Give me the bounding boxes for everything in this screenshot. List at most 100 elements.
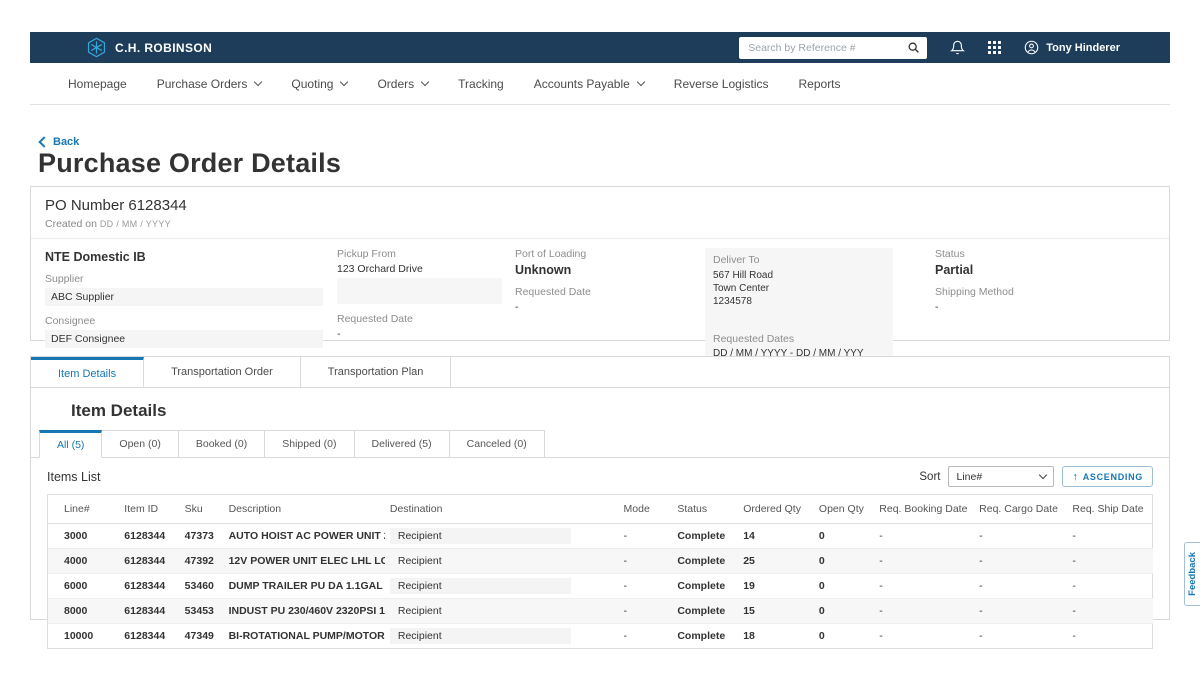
table-cell: - — [974, 624, 1067, 649]
table-cell: Complete — [672, 549, 738, 574]
brand-name: C.H. ROBINSON — [115, 41, 212, 55]
po-number: PO Number 6128344 — [45, 197, 1155, 214]
nav-item[interactable]: Purchase Orders — [157, 77, 262, 91]
po-summary-card: PO Number 6128344 Created on DD / MM / Y… — [30, 186, 1170, 341]
table-cell: - — [1067, 524, 1152, 549]
table-cell: - — [874, 624, 974, 649]
destination-value: Recipient — [390, 578, 571, 594]
detail-tab[interactable]: Transportation Plan — [301, 357, 452, 387]
supplier-label: Supplier — [45, 273, 337, 285]
destination-value: Recipient — [390, 603, 571, 619]
table-row[interactable]: 10000612834447349BI-ROTATIONAL PUMP/MOTO… — [48, 624, 1152, 649]
items-table-header-row: Line#Item IDSkuDescriptionDestinationMod… — [48, 495, 1152, 524]
table-cell: 47373 — [180, 524, 224, 549]
table-cell: Recipient — [385, 574, 619, 599]
status-filter-tab[interactable]: Shipped (0) — [265, 430, 354, 457]
table-cell: - — [874, 524, 974, 549]
nav-item-label: Quoting — [291, 77, 333, 91]
address-line: 567 Hill Road — [713, 269, 885, 282]
feedback-button[interactable]: Feedback — [1184, 542, 1200, 606]
detail-tab[interactable]: Transportation Order — [144, 357, 301, 387]
port-requested-date-label: Requested Date — [515, 286, 705, 298]
consignee-label: Consignee — [45, 315, 337, 327]
table-cell: - — [874, 549, 974, 574]
port-of-loading-label: Port of Loading — [515, 248, 705, 260]
search-input[interactable] — [746, 41, 907, 55]
port-requested-date-value: - — [515, 301, 705, 313]
port-of-loading-value: Unknown — [515, 263, 705, 277]
deliver-column: Deliver To 567 Hill RoadTown Center12345… — [705, 248, 910, 365]
table-cell: 10000 — [48, 624, 119, 649]
notifications-bell-icon[interactable] — [950, 40, 965, 55]
arrow-up-icon: ↑ — [1072, 471, 1078, 483]
table-cell: 0 — [814, 524, 874, 549]
column-header: Req. Ship Date — [1067, 495, 1152, 524]
destination-value: Recipient — [390, 553, 571, 569]
nav-item[interactable]: Orders — [377, 77, 428, 91]
table-cell: 25 — [738, 549, 814, 574]
pickup-requested-date-label: Requested Date — [337, 313, 515, 325]
topbar-actions: Tony Hinderer — [739, 37, 1120, 59]
chevron-down-icon — [254, 78, 262, 86]
table-cell: Complete — [672, 599, 738, 624]
nav-item[interactable]: Reports — [799, 77, 841, 91]
table-cell: AUTO HOIST AC POWER UNIT 230V — [224, 524, 385, 549]
table-cell: - — [1067, 624, 1152, 649]
back-label: Back — [53, 136, 79, 148]
status-filter-tab[interactable]: Open (0) — [102, 430, 178, 457]
nav-item[interactable]: Accounts Payable — [534, 77, 644, 91]
nav-item-label: Reverse Logistics — [674, 77, 769, 91]
back-link[interactable]: Back — [40, 136, 79, 148]
items-list-title: Items List — [47, 470, 101, 484]
po-created: Created on DD / MM / YYYY — [45, 218, 1155, 230]
table-cell: 47392 — [180, 549, 224, 574]
table-cell: 19 — [738, 574, 814, 599]
table-cell: Complete — [672, 524, 738, 549]
nav-item[interactable]: Tracking — [458, 77, 504, 91]
nav-item[interactable]: Homepage — [68, 77, 127, 91]
status-value: Partial — [935, 263, 1155, 277]
table-row[interactable]: 6000612834453460DUMP TRAILER PU DA 1.1GA… — [48, 574, 1152, 599]
sort-select[interactable]: Line# — [948, 466, 1054, 487]
user-menu[interactable]: Tony Hinderer — [1024, 40, 1120, 55]
table-cell: 18 — [738, 624, 814, 649]
table-cell: - — [974, 549, 1067, 574]
table-cell: 6128344 — [119, 524, 179, 549]
table-cell: BI-ROTATIONAL PUMP/MOTOR — [224, 624, 385, 649]
column-header: Description — [224, 495, 385, 524]
table-row[interactable]: 400061283444739212V POWER UNIT ELEC LHL … — [48, 549, 1152, 574]
search-icon[interactable] — [907, 41, 920, 54]
nav-item[interactable]: Quoting — [291, 77, 347, 91]
supplier-value: ABC Supplier — [45, 288, 323, 306]
order-type: NTE Domestic IB — [45, 250, 337, 264]
table-row[interactable]: 8000612834453453INDUST PU 230/460V 2320P… — [48, 599, 1152, 624]
status-filter-tabs: All (5)Open (0)Booked (0)Shipped (0)Deli… — [31, 430, 1169, 458]
table-cell: Complete — [672, 624, 738, 649]
status-filter-tab[interactable]: Delivered (5) — [355, 430, 450, 457]
deliver-to-label: Deliver To — [713, 254, 885, 266]
table-cell: 12V POWER UNIT ELEC LHL LG RES — [224, 549, 385, 574]
feedback-label: Feedback — [1187, 552, 1198, 596]
ascending-sort-button[interactable]: ↑ ASCENDING — [1062, 466, 1153, 487]
nav-item[interactable]: Reverse Logistics — [674, 77, 769, 91]
table-cell: Recipient — [385, 524, 619, 549]
table-cell: 6128344 — [119, 624, 179, 649]
table-cell: 53460 — [180, 574, 224, 599]
table-cell: INDUST PU 230/460V 2320PSI 15 — [224, 599, 385, 624]
sort-controls: Sort Line# ↑ ASCENDING — [919, 466, 1153, 487]
table-row[interactable]: 3000612834447373AUTO HOIST AC POWER UNIT… — [48, 524, 1152, 549]
table-cell: 0 — [814, 624, 874, 649]
table-cell: - — [874, 599, 974, 624]
chevron-left-icon — [38, 136, 49, 147]
detail-tab[interactable]: Item Details — [31, 357, 144, 387]
table-cell: 8000 — [48, 599, 119, 624]
apps-grid-icon[interactable] — [988, 41, 1001, 54]
table-cell: 3000 — [48, 524, 119, 549]
brand-logo[interactable]: C.H. ROBINSON — [86, 37, 212, 58]
status-filter-tab[interactable]: All (5) — [39, 430, 102, 458]
status-filter-tab[interactable]: Booked (0) — [179, 430, 265, 457]
search-box[interactable] — [739, 37, 927, 59]
status-filter-tab[interactable]: Canceled (0) — [450, 430, 545, 457]
table-cell: 47349 — [180, 624, 224, 649]
table-cell: - — [619, 574, 673, 599]
